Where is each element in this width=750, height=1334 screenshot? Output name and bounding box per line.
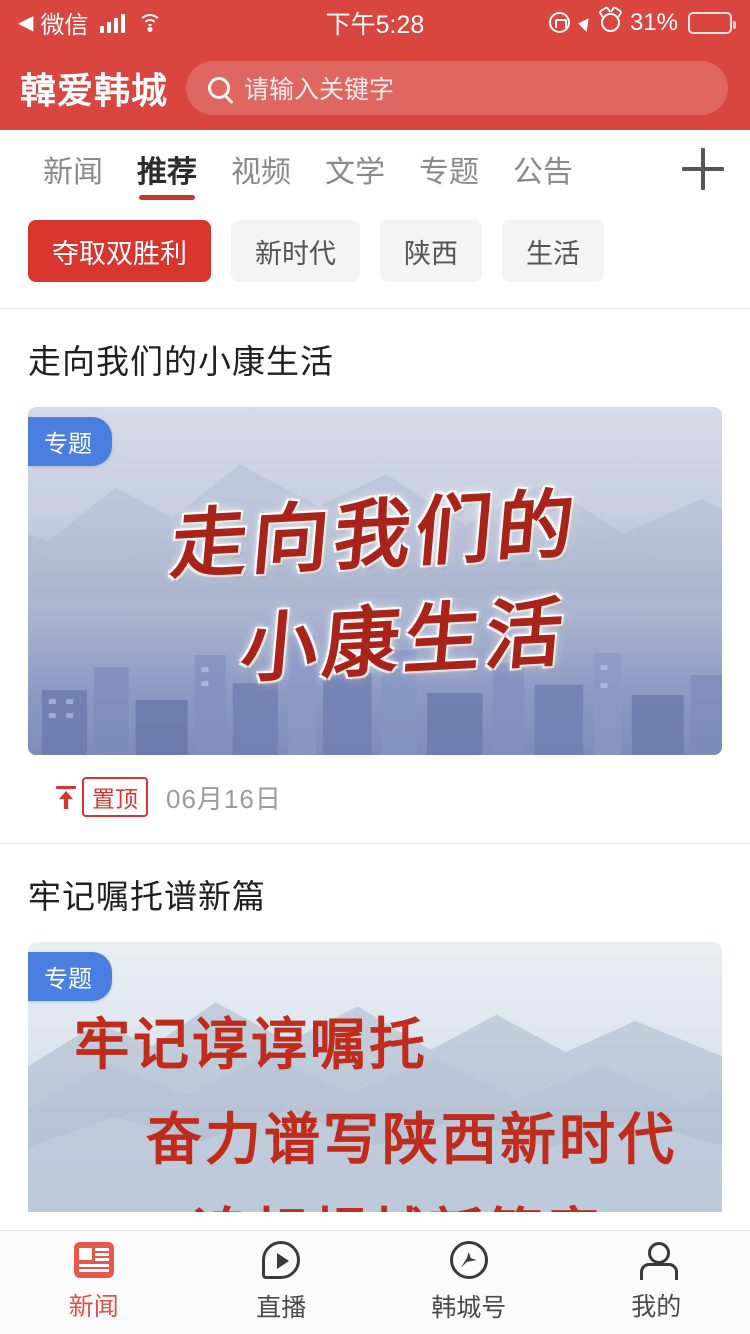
nav-item-hanchenghao[interactable]: 韩城号 — [375, 1241, 563, 1324]
chip-duoqushuangshengli[interactable]: 夺取双胜利 — [28, 220, 211, 282]
search-icon — [208, 76, 231, 99]
card-title: 牢记嘱托谱新篇 — [28, 878, 266, 915]
topic-badge: 专题 — [28, 417, 112, 466]
tab-announcement[interactable]: 公告 — [496, 130, 590, 208]
nav-item-mine[interactable]: 我的 — [563, 1242, 750, 1323]
search-bar[interactable]: 请输入关键字 — [186, 60, 728, 115]
battery-icon — [688, 11, 736, 34]
feed-card[interactable]: 走向我们的小康生活 专题 走向我们的 小康生活 置顶 06月16日 — [0, 309, 750, 843]
topic-badge: 专题 — [28, 952, 112, 1001]
screen-lock-icon — [548, 12, 570, 33]
status-bar: ◀ 微信 下午5:28 31% — [0, 0, 750, 45]
back-arrow-icon[interactable]: ◀ — [18, 13, 33, 33]
back-app-label[interactable]: 微信 — [40, 5, 88, 40]
nav-label-mine: 我的 — [631, 1293, 682, 1321]
nav-item-live[interactable]: 直播 — [188, 1241, 376, 1324]
tab-topic[interactable]: 专题 — [402, 130, 496, 208]
card-date: 06月16日 — [166, 783, 282, 814]
alarm-clock-icon — [600, 13, 620, 32]
status-bar-left: ◀ 微信 — [18, 5, 163, 40]
pinned-indicator: 置顶 — [56, 777, 148, 817]
subcategory-chip-row: 夺取双胜利 新时代 陕西 生活 — [0, 208, 750, 308]
nav-item-news[interactable]: 新闻 — [0, 1242, 188, 1323]
nav-label-news: 新闻 — [68, 1293, 119, 1321]
battery-percent-label: 31% — [629, 8, 678, 36]
calligraphy-line-2: 小康生活 — [237, 591, 571, 693]
live-play-icon — [262, 1241, 301, 1279]
status-bar-right: 31% — [548, 8, 736, 37]
news-feed: 走向我们的小康生活 专题 走向我们的 小康生活 置顶 06月16日 牢记嘱托谱新… — [0, 309, 750, 1212]
pin-arrow-icon — [56, 785, 76, 809]
location-arrow-icon — [578, 13, 593, 32]
compass-icon — [449, 1241, 488, 1279]
card-image[interactable]: 专题 牢记谆谆嘱托 奋力谱写陕西新时代 追赶超越新篇章 — [28, 942, 722, 1212]
chip-shenghuo[interactable]: 生活 — [502, 220, 604, 282]
chip-shaanxi[interactable]: 陕西 — [380, 220, 482, 282]
pinned-badge: 置顶 — [82, 777, 148, 817]
plus-icon[interactable] — [682, 148, 724, 190]
wifi-icon — [138, 13, 163, 33]
card-image[interactable]: 专题 走向我们的 小康生活 — [28, 407, 722, 755]
nav-label-live: 直播 — [256, 1294, 307, 1322]
app-logo: 韓爱韩城 — [20, 70, 169, 111]
card-meta-row: 置顶 06月16日 — [28, 755, 722, 843]
nav-label-hanchenghao: 韩城号 — [431, 1294, 507, 1322]
news-icon — [73, 1242, 114, 1278]
tab-news[interactable]: 新闻 — [26, 130, 120, 208]
signal-bars-icon — [100, 13, 126, 33]
search-placeholder[interactable]: 请输入关键字 — [244, 70, 394, 106]
tab-literature[interactable]: 文学 — [308, 130, 402, 208]
app-header: 韓爱韩城 请输入关键字 — [0, 45, 750, 130]
card-image-calligraphy: 走向我们的 小康生活 — [28, 407, 722, 755]
channel-tab-bar: 新闻 推荐 视频 文学 专题 公告 — [0, 130, 750, 208]
bottom-navigation: 新闻 直播 韩城号 我的 — [0, 1230, 750, 1334]
headline-line-3: 追赶超越新篇章 — [192, 1190, 677, 1212]
feed-card[interactable]: 牢记嘱托谱新篇 专题 牢记谆谆嘱托 奋力谱写陕西新时代 追赶超越新篇章 — [0, 844, 750, 1212]
card-title: 走向我们的小康生活 — [28, 343, 334, 380]
headline-line-1: 牢记谆谆嘱托 — [74, 1015, 428, 1077]
tab-video[interactable]: 视频 — [214, 130, 308, 208]
headline-line-2: 奋力谱写陕西新时代 — [146, 1110, 677, 1172]
card-image-headline: 牢记谆谆嘱托 奋力谱写陕西新时代 追赶超越新篇章 — [74, 1000, 677, 1212]
person-icon — [637, 1242, 679, 1280]
tab-recommend[interactable]: 推荐 — [120, 130, 214, 208]
chip-xinshidai[interactable]: 新时代 — [231, 220, 360, 282]
